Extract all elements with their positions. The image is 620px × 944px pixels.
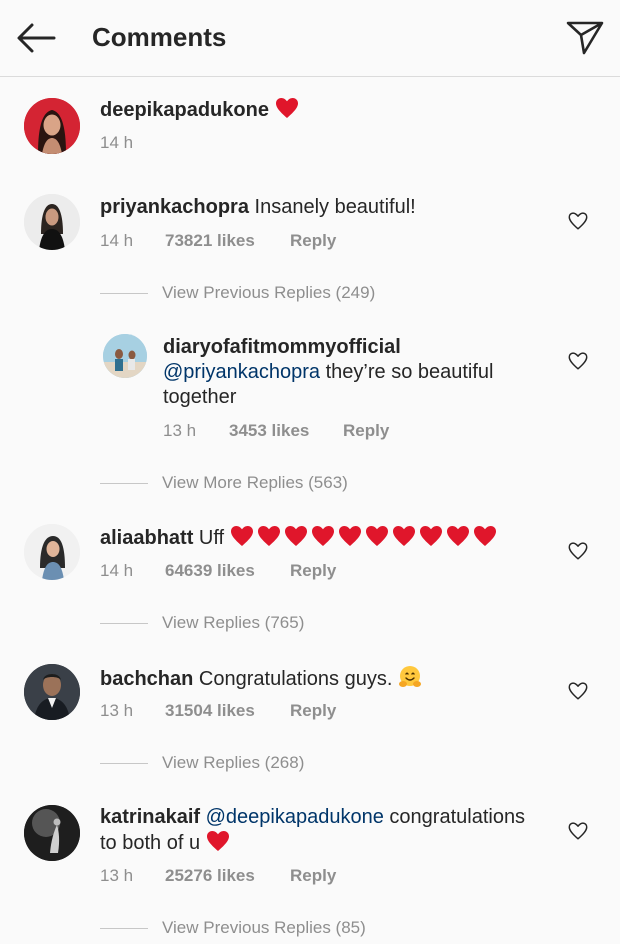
likes-count[interactable]: 25276 likes xyxy=(165,866,255,886)
red-heart-icon xyxy=(284,525,308,547)
reply-button[interactable]: Reply xyxy=(290,701,336,721)
likes-count[interactable]: 3453 likes xyxy=(229,421,309,441)
view-replies-link[interactable]: View Previous Replies (85) xyxy=(100,918,366,938)
avatar-diaryofafitmommyofficial[interactable] xyxy=(103,334,147,378)
post-username[interactable]: deepikapadukone xyxy=(100,99,269,121)
comment-time: 14 h xyxy=(100,561,134,580)
reply-meta: 13 h 3453 likes Reply xyxy=(163,421,389,441)
like-heart-icon[interactable] xyxy=(567,210,589,232)
divider xyxy=(100,623,148,625)
red-heart-icon xyxy=(275,97,299,119)
comment-meta: 13 h 31504 likes Reply xyxy=(100,701,336,721)
view-more-label: View More Replies (563) xyxy=(162,473,348,492)
avatar-deepikapadukone[interactable] xyxy=(24,98,80,154)
reply-button[interactable]: Reply xyxy=(343,421,389,441)
like-heart-icon[interactable] xyxy=(567,820,589,842)
comment-meta: 13 h 25276 likes Reply xyxy=(100,866,336,886)
red-heart-icon xyxy=(206,830,230,852)
comment-time: 13 h xyxy=(100,866,134,885)
back-arrow-icon[interactable] xyxy=(16,20,56,56)
reply-time: 13 h xyxy=(163,421,197,440)
avatar-bachchan[interactable] xyxy=(24,664,80,720)
comment-meta: 14 h 73821 likes Reply xyxy=(100,231,336,251)
likes-count[interactable]: 64639 likes xyxy=(165,561,255,581)
post-caption: deepikapadukone xyxy=(100,97,299,123)
post-time: 14 h xyxy=(100,133,134,152)
reply-button[interactable]: Reply xyxy=(290,561,336,581)
like-heart-icon[interactable] xyxy=(567,350,589,372)
likes-count[interactable]: 73821 likes xyxy=(165,231,255,251)
red-heart-icon xyxy=(446,525,470,547)
comment-username[interactable]: aliaabhatt xyxy=(100,527,193,549)
red-heart-icon xyxy=(311,525,335,547)
hugging-face-emoji-icon xyxy=(398,666,421,687)
divider xyxy=(100,763,148,765)
comment-body-line2: to both of u xyxy=(100,832,201,854)
mention-link[interactable]: @deepikapadukone xyxy=(206,806,384,828)
view-more-replies-link[interactable]: View More Replies (563) xyxy=(100,473,348,493)
avatar-priyankachopra[interactable] xyxy=(24,194,80,250)
comment-body: Uff xyxy=(198,527,225,549)
divider xyxy=(100,293,148,295)
comment-username[interactable]: priyankachopra xyxy=(100,196,249,218)
comment-body-line1: congratulations xyxy=(383,806,526,828)
view-replies-link[interactable]: View Replies (268) xyxy=(100,753,304,773)
red-heart-icon xyxy=(419,525,443,547)
red-heart-icon xyxy=(338,525,362,547)
heart-emoji-row xyxy=(230,527,500,549)
red-heart-icon xyxy=(257,525,281,547)
top-bar: Comments xyxy=(0,0,620,77)
reply-username[interactable]: diaryofafitmommyofficial xyxy=(163,336,401,358)
comment-body: Congratulations guys. xyxy=(198,668,393,690)
divider xyxy=(100,483,148,485)
red-heart-icon xyxy=(473,525,497,547)
avatar-katrinakaif[interactable] xyxy=(24,805,80,861)
like-heart-icon[interactable] xyxy=(567,540,589,562)
reply-button[interactable]: Reply xyxy=(290,231,336,251)
red-heart-icon xyxy=(392,525,416,547)
mention-link[interactable]: @priyankachopra xyxy=(163,361,320,383)
comment-text: katrinakaif @deepikapadukone congratulat… xyxy=(100,805,550,856)
like-heart-icon[interactable] xyxy=(567,680,589,702)
comment-text: bachchan Congratulations guys. xyxy=(100,665,422,692)
reply-text: diaryofafitmommyofficial @priyankachopra… xyxy=(163,335,558,410)
page-title: Comments xyxy=(92,22,227,52)
red-heart-icon xyxy=(365,525,389,547)
view-replies-label: View Previous Replies (85) xyxy=(162,918,366,937)
view-replies-link[interactable]: View Previous Replies (249) xyxy=(100,283,375,303)
view-replies-label: View Previous Replies (249) xyxy=(162,283,376,302)
avatar-aliaabhatt[interactable] xyxy=(24,524,80,580)
red-heart-icon xyxy=(230,525,254,547)
comment-body: Insanely beautiful! xyxy=(254,196,416,218)
send-icon[interactable] xyxy=(566,20,604,56)
view-replies-label: View Replies (765) xyxy=(162,613,305,632)
divider xyxy=(100,928,148,930)
comment-text: priyankachopra Insanely beautiful! xyxy=(100,195,416,220)
comment-text: aliaabhatt Uff xyxy=(100,525,500,551)
view-replies-label: View Replies (268) xyxy=(162,753,305,772)
comment-time: 14 h xyxy=(100,231,134,250)
comment-username[interactable]: bachchan xyxy=(100,668,193,690)
comment-time: 13 h xyxy=(100,701,134,720)
view-replies-link[interactable]: View Replies (765) xyxy=(100,613,304,633)
likes-count[interactable]: 31504 likes xyxy=(165,701,255,721)
comment-meta: 14 h 64639 likes Reply xyxy=(100,561,336,581)
comment-username[interactable]: katrinakaif xyxy=(100,806,200,828)
reply-button[interactable]: Reply xyxy=(290,866,336,886)
